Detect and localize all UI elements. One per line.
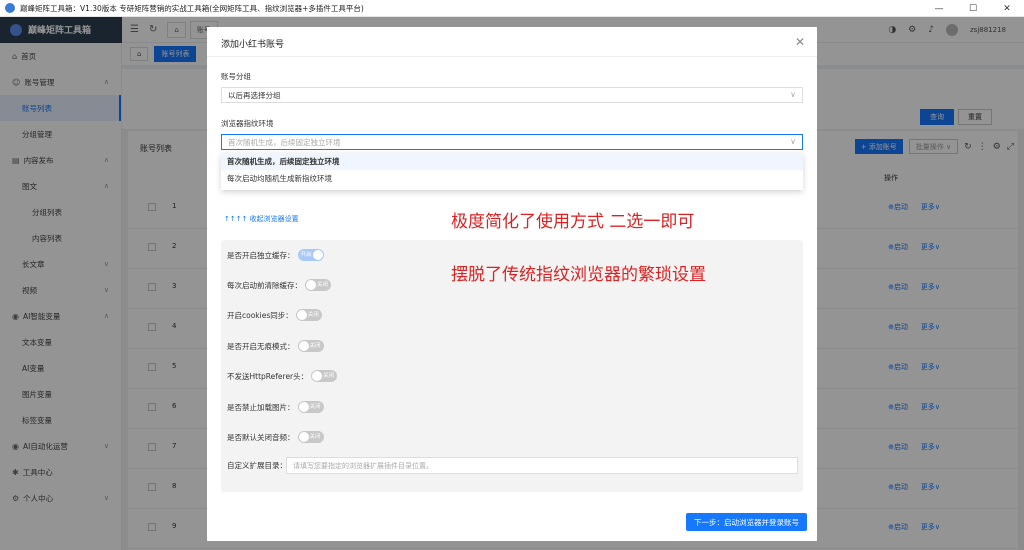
toggle-block-images[interactable]: 关闭 xyxy=(297,401,324,413)
annotation-simplified: 极度简化了使用方式 二选一即可 xyxy=(451,212,695,232)
group-select[interactable]: 以后再选择分组 ∨ xyxy=(221,87,803,103)
minimize-button[interactable]: — xyxy=(922,0,956,17)
annotation-no-tedious: 摆脱了传统指纹浏览器的繁琐设置 xyxy=(451,265,706,285)
ext-dir-label: 自定义扩展目录： xyxy=(227,461,287,470)
close-icon[interactable]: ✕ xyxy=(795,35,805,49)
toggle-mute-audio[interactable]: 关闭 xyxy=(297,431,324,443)
env-select[interactable]: 首次随机生成，后续固定独立环境 ∨ xyxy=(221,134,803,150)
chevron-up-icon: ∨ xyxy=(790,137,796,146)
chevron-down-icon: ∨ xyxy=(790,90,796,99)
setting-clear-cache: 每次启动前清除缓存： 关闭 xyxy=(227,278,331,292)
env-option-random[interactable]: 每次启动均随机生成新指纹环境 xyxy=(221,170,803,187)
setting-block-images: 是否禁止加载图片： 关闭 xyxy=(227,400,324,414)
toggle-incognito[interactable]: 关闭 xyxy=(297,340,324,352)
env-label: 浏览器指纹环境 xyxy=(221,119,274,128)
setting-no-referer: 不发送HttpReferer头： 关闭 xyxy=(227,369,338,383)
setting-mute-audio: 是否默认关闭音频： 关闭 xyxy=(227,430,324,444)
toggle-cookies-sync[interactable]: 关闭 xyxy=(295,309,322,321)
setting-incognito: 是否开启无痕模式： 关闭 xyxy=(227,339,324,353)
ext-dir-input[interactable]: 请填写您要指定的浏览器扩展插件目录位置。 xyxy=(286,457,798,474)
toggle-clear-cache[interactable]: 关闭 xyxy=(305,279,331,291)
next-launch-browser-button[interactable]: 下一步：启动浏览器并登录账号 xyxy=(686,513,807,531)
window-titlebar: 巅峰矩阵工具箱：V1.30版本 专研矩阵营销的实战工具箱(全网矩阵工具、指纹浏览… xyxy=(0,0,1024,17)
env-option-fixed[interactable]: 首次随机生成，后续固定独立环境 xyxy=(221,153,803,170)
group-label: 账号分组 xyxy=(221,72,251,81)
maximize-button[interactable]: ☐ xyxy=(956,0,990,17)
env-dropdown: 首次随机生成，后续固定独立环境 每次启动均随机生成新指纹环境 xyxy=(221,153,803,190)
toggle-independent-cache[interactable]: 开启 xyxy=(297,249,324,261)
divider xyxy=(207,56,817,57)
app-logo-icon xyxy=(5,3,15,13)
add-account-modal: 添加小红书账号 ✕ 账号分组 以后再选择分组 ∨ 浏览器指纹环境 首次随机生成，… xyxy=(207,27,817,541)
toggle-no-referer[interactable]: 关闭 xyxy=(311,370,338,382)
setting-cookies-sync: 开启cookies同步： 关闭 xyxy=(227,308,322,322)
setting-independent-cache: 是否开启独立缓存： 开启 xyxy=(227,248,324,262)
collapse-browser-settings-link[interactable]: ↑↑↑↑ 收起浏览器设置 xyxy=(224,214,299,224)
window-title: 巅峰矩阵工具箱：V1.30版本 专研矩阵营销的实战工具箱(全网矩阵工具、指纹浏览… xyxy=(20,3,364,13)
close-window-button[interactable]: ✕ xyxy=(990,0,1024,17)
modal-title: 添加小红书账号 xyxy=(221,40,285,50)
